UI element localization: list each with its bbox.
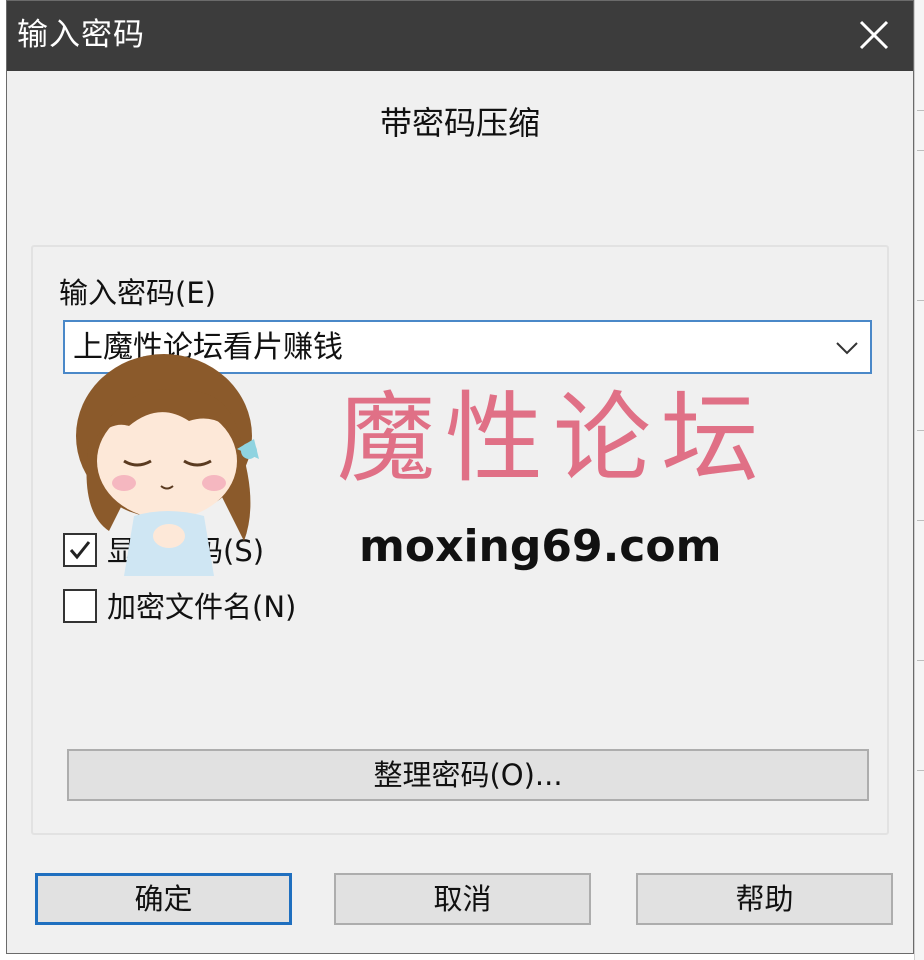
- cartoon-girl-mascot-icon: [76, 354, 259, 576]
- password-dialog: 输入密码 带密码压缩 输入密码(E) 上魔性论坛看片赚钱 显示密码(S) 加密文…: [6, 0, 914, 954]
- help-button[interactable]: 帮助: [636, 873, 893, 925]
- watermark-url: moxing69.com: [359, 521, 722, 572]
- encrypt-filenames-label: 加密文件名(N): [107, 590, 297, 624]
- background-window-edge: [914, 0, 924, 960]
- window-title: 输入密码: [17, 17, 145, 53]
- password-label: 输入密码(E): [59, 276, 216, 310]
- encrypt-filenames-checkbox[interactable]: [63, 589, 97, 623]
- watermark-text: 魔性论坛: [337, 382, 770, 496]
- dialog-heading: 带密码压缩: [379, 104, 540, 142]
- organize-passwords-button[interactable]: 整理密码(O)...: [67, 749, 869, 801]
- chevron-down-icon[interactable]: [834, 338, 860, 358]
- title-bar: 输入密码: [7, 1, 913, 71]
- ok-button[interactable]: 确定: [35, 873, 292, 925]
- close-icon: [859, 20, 889, 50]
- close-button[interactable]: [833, 1, 913, 71]
- cancel-button[interactable]: 取消: [334, 873, 591, 925]
